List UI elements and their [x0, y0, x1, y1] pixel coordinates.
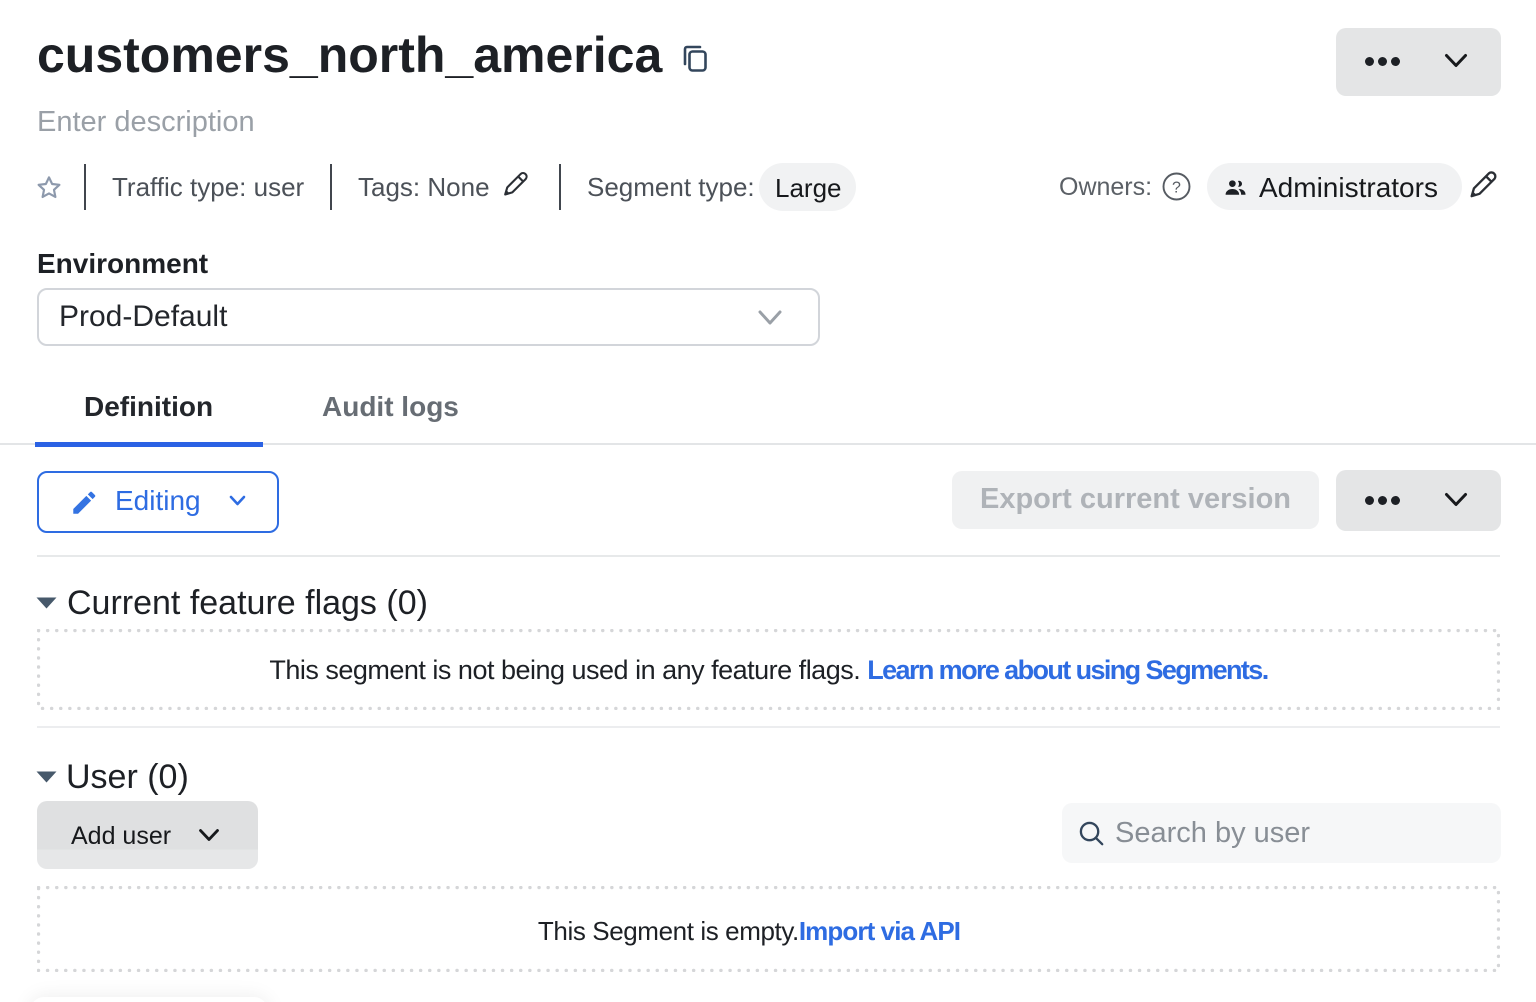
svg-text:?: ?: [1172, 180, 1181, 197]
